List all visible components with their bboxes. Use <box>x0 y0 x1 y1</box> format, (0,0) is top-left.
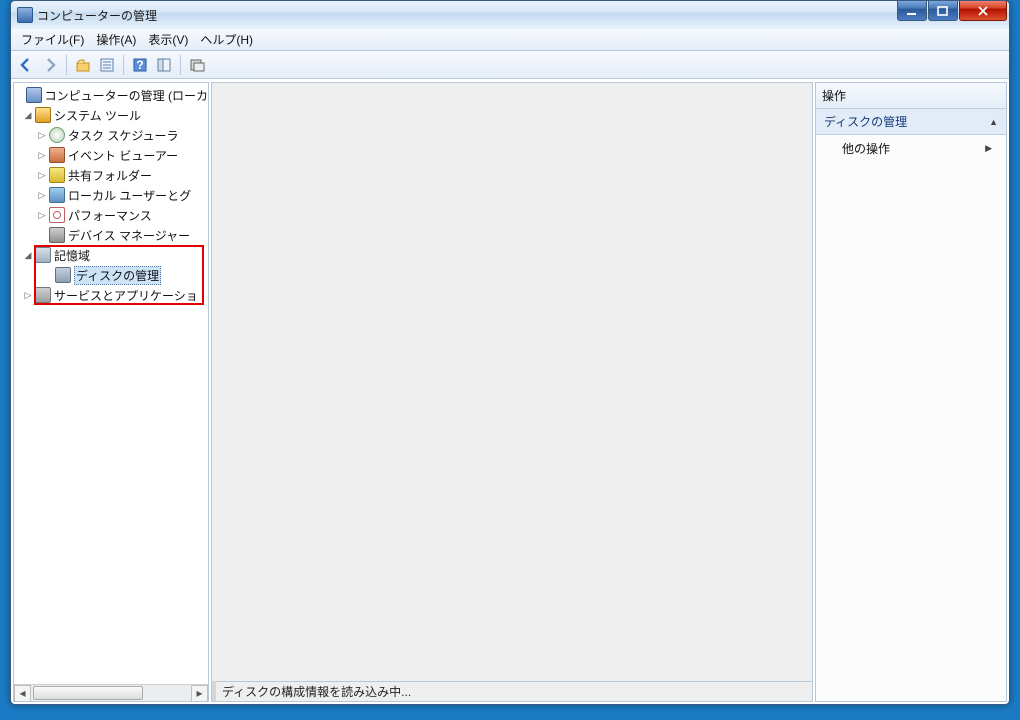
tree-item-label: ローカル ユーザーとグ <box>68 187 191 204</box>
expander-icon[interactable]: ▷ <box>36 209 48 221</box>
chevron-right-icon: ▶ <box>985 143 992 154</box>
disk-icon <box>55 267 71 283</box>
tree-system-tools[interactable]: ◢ システム ツール <box>14 105 208 125</box>
menu-file[interactable]: ファイル(F) <box>15 29 90 50</box>
tree-device-manager[interactable]: デバイス マネージャー <box>14 225 208 245</box>
tree-item-label: パフォーマンス <box>68 207 152 224</box>
back-button[interactable] <box>15 54 37 76</box>
properties-button[interactable] <box>96 54 118 76</box>
clock-icon <box>49 127 65 143</box>
body: コンピューターの管理 (ローカ ◢ システム ツール ▷ タスク スケジューラ … <box>11 79 1009 704</box>
collapse-up-icon[interactable]: ▲ <box>989 117 998 127</box>
actions-more-label: 他の操作 <box>842 140 890 157</box>
tools-icon <box>35 107 51 123</box>
status-bar: ディスクの構成情報を読み込み中... <box>216 681 812 701</box>
svg-text:?: ? <box>136 58 143 72</box>
actions-section-disk[interactable]: ディスクの管理 ▲ <box>816 109 1006 135</box>
event-icon <box>49 147 65 163</box>
maximize-button[interactable] <box>928 1 958 21</box>
menubar: ファイル(F) 操作(A) 表示(V) ヘルプ(H) <box>11 29 1009 51</box>
services-icon <box>35 287 51 303</box>
users-icon <box>49 187 65 203</box>
minimize-button[interactable] <box>897 1 927 21</box>
scroll-right-arrow-icon[interactable]: ▸ <box>191 685 208 702</box>
tree-item-label: 記憶域 <box>54 247 90 264</box>
share-icon <box>49 167 65 183</box>
scroll-left-arrow-icon[interactable]: ◂ <box>14 685 31 702</box>
menu-help[interactable]: ヘルプ(H) <box>194 29 259 50</box>
window-title: コンピューターの管理 <box>37 7 157 24</box>
actions-section-label: ディスクの管理 <box>824 113 907 130</box>
expander-icon[interactable]: ▷ <box>36 189 48 201</box>
disk-management-view[interactable] <box>212 83 812 681</box>
expander-icon[interactable] <box>36 229 48 241</box>
tree-disk-management[interactable]: ディスクの管理 <box>14 265 208 285</box>
actions-header-label: 操作 <box>822 89 846 103</box>
tree-root[interactable]: コンピューターの管理 (ローカ <box>14 85 208 105</box>
menu-action[interactable]: 操作(A) <box>90 29 142 50</box>
console-tree[interactable]: コンピューターの管理 (ローカ ◢ システム ツール ▷ タスク スケジューラ … <box>14 83 208 684</box>
actions-header: 操作 <box>816 83 1006 109</box>
expander-icon[interactable]: ▷ <box>36 129 48 141</box>
actions-panel: 操作 ディスクの管理 ▲ 他の操作 ▶ <box>815 82 1007 702</box>
menu-view[interactable]: 表示(V) <box>142 29 194 50</box>
app-icon <box>17 7 33 23</box>
expander-open-icon[interactable]: ◢ <box>22 109 34 121</box>
expander-icon[interactable] <box>16 89 25 101</box>
tree-services-apps[interactable]: ▷ サービスとアプリケーショ <box>14 285 208 305</box>
tree-item-label: デバイス マネージャー <box>68 227 190 244</box>
tree-local-users[interactable]: ▷ ローカル ユーザーとグ <box>14 185 208 205</box>
show-hide-tree-button[interactable] <box>153 54 175 76</box>
scroll-thumb[interactable] <box>33 686 143 700</box>
actions-more[interactable]: 他の操作 ▶ <box>816 135 1006 162</box>
expander-icon[interactable]: ▷ <box>36 149 48 161</box>
device-icon <box>49 227 65 243</box>
tree-storage[interactable]: ◢ 記憶域 <box>14 245 208 265</box>
status-text: ディスクの構成情報を読み込み中... <box>222 683 411 700</box>
tree-item-label: コンピューターの管理 (ローカ <box>45 87 208 104</box>
tree-shared-folders[interactable]: ▷ 共有フォルダー <box>14 165 208 185</box>
help-button[interactable]: ? <box>129 54 151 76</box>
tree-item-label: ディスクの管理 <box>74 266 161 285</box>
tree-item-label: システム ツール <box>54 107 141 124</box>
main-content-panel: ディスクの構成情報を読み込み中... <box>211 82 813 702</box>
expander-open-icon[interactable]: ◢ <box>22 249 34 261</box>
tree-event-viewer[interactable]: ▷ イベント ビューアー <box>14 145 208 165</box>
performance-icon <box>49 207 65 223</box>
close-button[interactable] <box>959 1 1007 21</box>
expander-icon[interactable]: ▷ <box>22 289 34 301</box>
tree-task-scheduler[interactable]: ▷ タスク スケジューラ <box>14 125 208 145</box>
tree-panel: コンピューターの管理 (ローカ ◢ システム ツール ▷ タスク スケジューラ … <box>13 82 209 702</box>
titlebar[interactable]: コンピューターの管理 <box>11 1 1009 29</box>
tree-performance[interactable]: ▷ パフォーマンス <box>14 205 208 225</box>
computer-management-window: コンピューターの管理 ファイル(F) 操作(A) 表示(V) ヘルプ(H) <box>10 0 1010 705</box>
refresh-button[interactable] <box>186 54 208 76</box>
tree-item-label: サービスとアプリケーショ <box>54 287 198 304</box>
expander-icon[interactable]: ▷ <box>36 169 48 181</box>
scroll-track[interactable] <box>31 685 191 702</box>
up-button[interactable] <box>72 54 94 76</box>
computer-management-icon <box>26 87 42 103</box>
tree-item-label: タスク スケジューラ <box>68 127 179 144</box>
storage-icon <box>35 247 51 263</box>
toolbar: ? <box>11 51 1009 79</box>
tree-horizontal-scrollbar[interactable]: ◂ ▸ <box>14 684 208 701</box>
forward-button[interactable] <box>39 54 61 76</box>
tree-item-label: イベント ビューアー <box>68 147 178 164</box>
tree-item-label: 共有フォルダー <box>68 167 152 184</box>
